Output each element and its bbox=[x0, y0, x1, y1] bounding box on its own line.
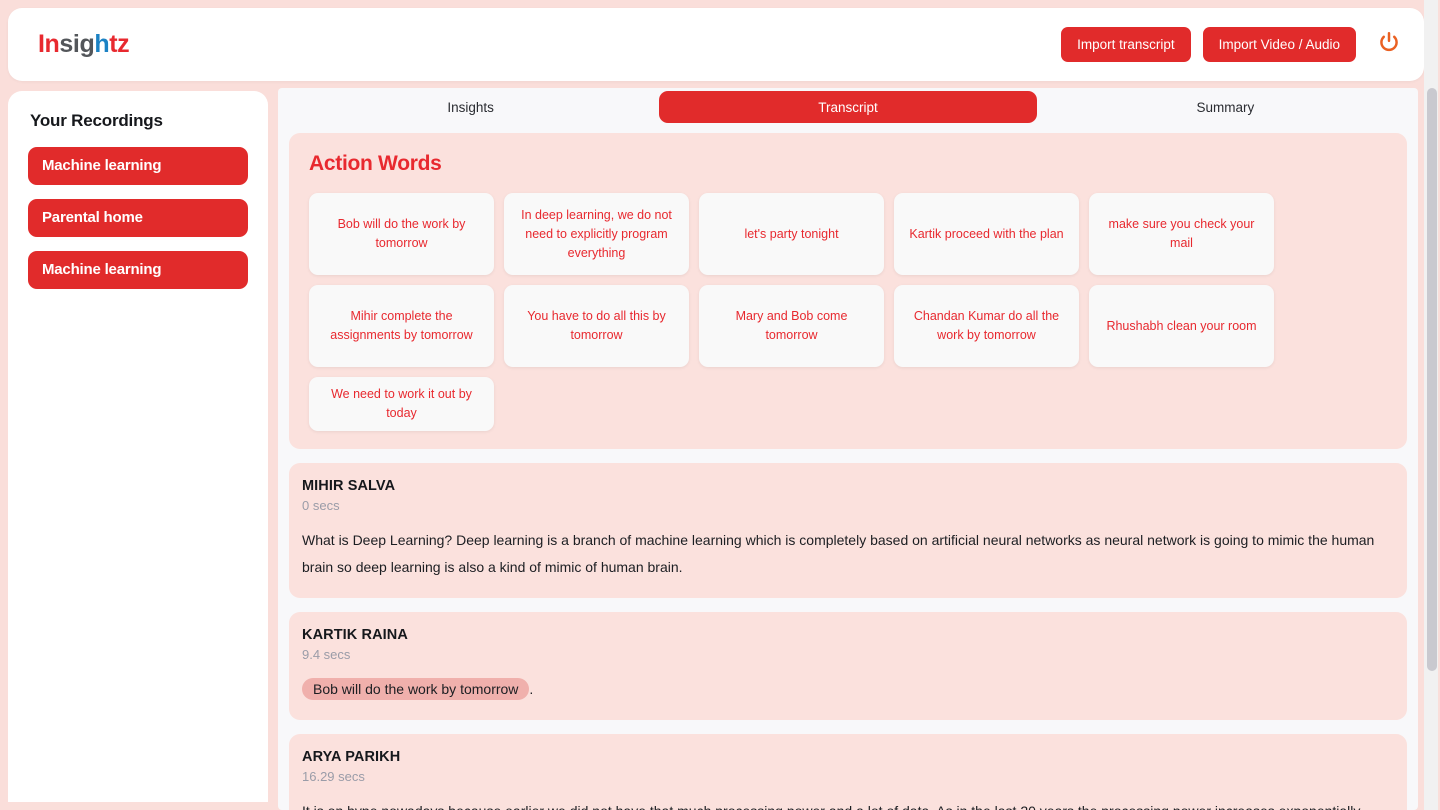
app-header: Insightz Import transcript Import Video … bbox=[8, 8, 1424, 81]
action-chip[interactable]: let's party tonight bbox=[699, 193, 884, 275]
page-scrollbar-thumb[interactable] bbox=[1427, 88, 1437, 671]
app-logo: Insightz bbox=[38, 30, 130, 59]
speaker-name: KARTIK RAINA bbox=[302, 627, 408, 643]
recording-item-3[interactable]: Machine learning bbox=[28, 251, 248, 289]
timestamp: 0 secs bbox=[302, 498, 340, 513]
transcript-text: Bob will do the work by tomorrow. bbox=[302, 676, 1394, 703]
action-chip[interactable]: Bob will do the work by tomorrow bbox=[309, 193, 494, 275]
speaker-name: MIHIR SALVA bbox=[302, 478, 396, 494]
action-chip[interactable]: Kartik proceed with the plan bbox=[894, 193, 1079, 275]
recording-item-1[interactable]: Machine learning bbox=[28, 147, 248, 185]
action-chip[interactable]: Mary and Bob come tomorrow bbox=[699, 285, 884, 367]
action-chip[interactable]: Rhushabh clean your room bbox=[1089, 285, 1274, 367]
timestamp: 9.4 secs bbox=[302, 647, 351, 662]
action-chip[interactable]: You have to do all this by tomorrow bbox=[504, 285, 689, 367]
tab-summary[interactable]: Summary bbox=[1037, 91, 1414, 123]
speaker-name: ARYA PARIKH bbox=[302, 749, 401, 765]
transcript-block[interactable]: KARTIK RAINA 9.4 secs Bob will do the wo… bbox=[289, 612, 1407, 720]
action-chip[interactable]: make sure you check your mail bbox=[1089, 193, 1274, 275]
action-words-grid: Bob will do the work by tomorrow In deep… bbox=[309, 193, 1387, 431]
import-video-audio-button[interactable]: Import Video / Audio bbox=[1202, 27, 1356, 62]
recording-item-2[interactable]: Parental home bbox=[28, 199, 248, 237]
sidebar: Your Recordings Machine learning Parenta… bbox=[8, 91, 268, 802]
tab-bar: Insights Transcript Summary bbox=[278, 88, 1418, 126]
logo-part-4: tz bbox=[109, 30, 130, 58]
transcript-block[interactable]: ARYA PARIKH 16.29 secs It is on hype now… bbox=[289, 734, 1407, 810]
logo-part-3: h bbox=[94, 30, 110, 58]
action-chip[interactable]: We need to work it out by today bbox=[309, 377, 494, 431]
recordings-list: Machine learning Parental home Machine l… bbox=[28, 147, 248, 289]
action-chip[interactable]: Mihir complete the assignments by tomorr… bbox=[309, 285, 494, 367]
action-word-highlight[interactable]: Bob will do the work by tomorrow bbox=[302, 678, 530, 700]
transcript-text: It is on hype nowadays because earlier w… bbox=[302, 798, 1394, 810]
action-words-panel: Action Words Bob will do the work by tom… bbox=[289, 133, 1407, 449]
import-transcript-button[interactable]: Import transcript bbox=[1061, 27, 1191, 62]
transcript-trailing-punctuation: . bbox=[529, 681, 534, 697]
tab-insights[interactable]: Insights bbox=[282, 91, 659, 123]
transcript-scroll-area[interactable]: Action Words Bob will do the work by tom… bbox=[278, 126, 1418, 810]
logo-part-1: In bbox=[38, 30, 60, 58]
tab-transcript[interactable]: Transcript bbox=[659, 91, 1037, 123]
action-words-title: Action Words bbox=[309, 152, 442, 175]
timestamp: 16.29 secs bbox=[302, 769, 365, 784]
transcript-block[interactable]: MIHIR SALVA 0 secs What is Deep Learning… bbox=[289, 463, 1407, 598]
action-chip[interactable]: Chandan Kumar do all the work by tomorro… bbox=[894, 285, 1079, 367]
header-actions: Import transcript Import Video / Audio bbox=[1061, 27, 1406, 62]
power-icon bbox=[1376, 30, 1402, 59]
transcript-text: What is Deep Learning? Deep learning is … bbox=[302, 532, 1375, 575]
main-content: Insights Transcript Summary Action Words… bbox=[278, 88, 1418, 810]
sidebar-title: Your Recordings bbox=[30, 111, 163, 130]
power-button[interactable] bbox=[1372, 28, 1406, 62]
action-chip[interactable]: In deep learning, we do not need to expl… bbox=[504, 193, 689, 275]
logo-part-2: sig bbox=[59, 30, 95, 58]
